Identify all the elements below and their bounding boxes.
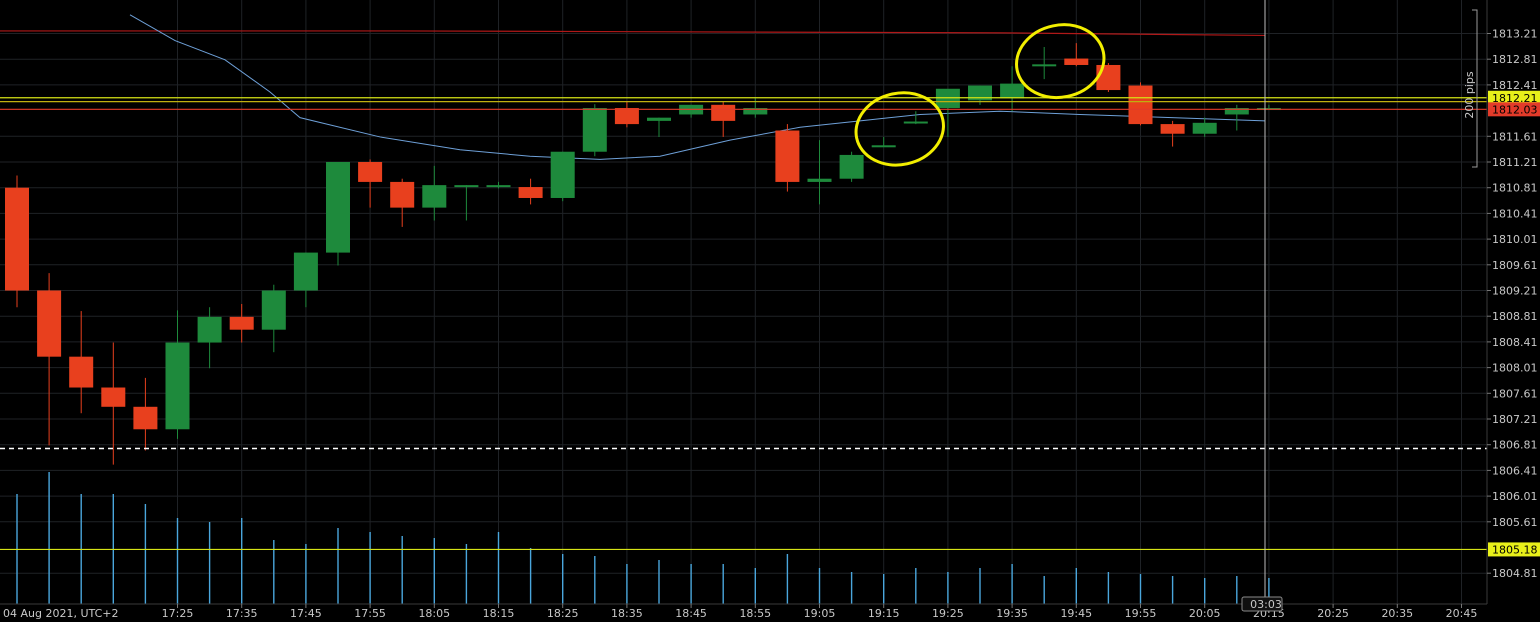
price-tag-label: 1805.18 (1492, 543, 1538, 556)
candle-body (807, 178, 832, 182)
candle-body (1160, 124, 1185, 134)
price-tick-label: 1813.21 (1492, 28, 1538, 41)
candle-body (197, 316, 222, 343)
candle-body (647, 117, 671, 121)
candle-body (1096, 64, 1121, 91)
time-tick-label: 19:05 (804, 607, 836, 620)
candle-body (293, 252, 318, 291)
candle-body (390, 181, 415, 208)
candle-body (69, 356, 94, 388)
candle-body (37, 290, 62, 357)
price-tick-label: 1810.01 (1492, 233, 1538, 246)
price-tick-label: 1810.81 (1492, 182, 1538, 195)
price-tick-label: 1812.81 (1492, 53, 1538, 66)
price-tick-label: 1806.01 (1492, 490, 1538, 503)
price-tick-label: 1804.81 (1492, 567, 1538, 580)
pip-range-label: 200 pips (1463, 71, 1476, 119)
time-tick-label: 18:05 (418, 607, 450, 620)
time-tick-label: 18:15 (483, 607, 515, 620)
price-tick-label: 1807.21 (1492, 413, 1538, 426)
time-tick-label: 19:25 (932, 607, 964, 620)
candle-body (1000, 83, 1025, 99)
candle-body (518, 187, 543, 198)
candle-body (101, 387, 126, 407)
price-tick-label: 1806.81 (1492, 439, 1538, 452)
candle-body (454, 185, 479, 188)
time-tick-label: 18:55 (739, 607, 771, 620)
time-tick-label: 19:15 (868, 607, 900, 620)
crosshair-time-label: 03:03 (1250, 598, 1282, 611)
candle-body (326, 162, 350, 253)
candle-body (903, 121, 928, 124)
candle-body (486, 185, 511, 188)
candle-body (775, 130, 800, 182)
price-tick-label: 1808.81 (1492, 310, 1538, 323)
time-tick-label: 20:25 (1317, 607, 1349, 620)
price-tick-label: 1810.41 (1492, 207, 1538, 220)
candle-body (358, 162, 383, 182)
time-tick-label: 17:35 (226, 607, 258, 620)
candle-body (165, 342, 190, 430)
candle-body (229, 316, 254, 330)
price-tick-label: 1807.61 (1492, 387, 1538, 400)
price-tick-label: 1809.21 (1492, 285, 1538, 298)
time-tick-label: 17:55 (354, 607, 386, 620)
chart-background (0, 0, 1540, 622)
candle-body (1128, 85, 1153, 125)
candle-body (1192, 122, 1217, 134)
price-tick-label: 1811.21 (1492, 156, 1538, 169)
price-tick-label: 1808.41 (1492, 336, 1538, 349)
time-tick-label: 19:45 (1060, 607, 1092, 620)
price-tag-label: 1812.03 (1492, 103, 1538, 116)
price-tick-label: 1808.01 (1492, 362, 1538, 375)
date-label: 04 Aug 2021, UTC+2 (3, 607, 118, 620)
candle-body (711, 104, 736, 121)
candle-body (1064, 58, 1089, 65)
time-tick-label: 18:45 (675, 607, 707, 620)
candle-body (935, 88, 960, 109)
candlestick-chart[interactable]: 1812.211812.031805.18 1813.211812.811812… (0, 0, 1540, 622)
time-tick-label: 20:35 (1381, 607, 1413, 620)
candle-body (839, 154, 864, 179)
time-tick-label: 20:45 (1446, 607, 1478, 620)
time-tick-label: 19:35 (996, 607, 1028, 620)
candle-body (550, 151, 575, 198)
candle-body (614, 108, 639, 125)
candle-body (133, 406, 158, 430)
candle-body (1032, 64, 1057, 67)
price-tick-label: 1812.41 (1492, 79, 1538, 92)
candle-body (582, 108, 607, 152)
time-tick-label: 17:25 (162, 607, 194, 620)
price-tick-label: 1806.41 (1492, 464, 1538, 477)
time-tick-label: 19:55 (1125, 607, 1157, 620)
candle-body (5, 187, 29, 291)
price-tick-label: 1809.61 (1492, 259, 1538, 272)
time-tick-label: 17:45 (290, 607, 322, 620)
candle-body (871, 145, 896, 148)
time-tick-label: 18:35 (611, 607, 643, 620)
crosshair-time-tag: 03:03 (1241, 596, 1283, 612)
candle-body (261, 290, 286, 330)
candle-body (422, 185, 447, 208)
price-tick-label: 1805.61 (1492, 516, 1538, 529)
time-tick-label: 18:25 (547, 607, 579, 620)
price-tick-label: 1811.61 (1492, 130, 1538, 143)
time-tick-label: 20:05 (1189, 607, 1221, 620)
